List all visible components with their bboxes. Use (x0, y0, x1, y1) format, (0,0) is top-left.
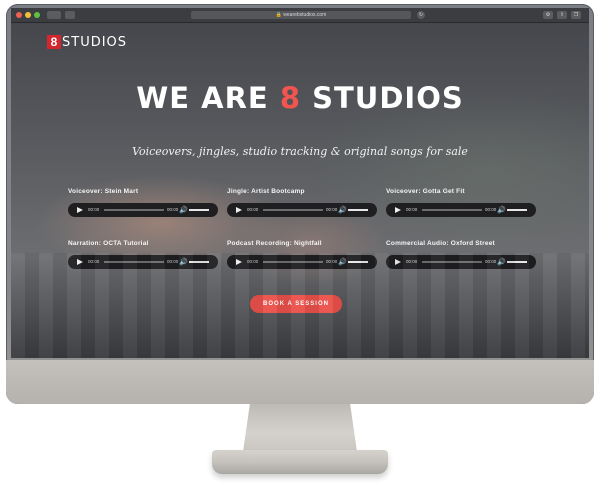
progress-slider[interactable] (104, 261, 164, 263)
progress-slider[interactable] (422, 209, 482, 211)
audio-player: 00:00 00:00 🔊 (227, 203, 377, 217)
monitor-chin (6, 360, 594, 404)
lock-icon: 🔒 (275, 12, 282, 18)
current-time: 00:00 (247, 259, 259, 264)
duration: 00:00 (167, 207, 179, 212)
track-item: Commercial Audio: Oxford Street 00:00 00… (386, 240, 536, 269)
track-title: Podcast Recording: Nightfall (227, 240, 322, 247)
logo-mark: 8 (47, 35, 61, 49)
duration: 00:00 (326, 259, 338, 264)
play-icon[interactable] (395, 258, 401, 265)
volume-icon[interactable]: 🔊 (338, 207, 347, 214)
play-icon[interactable] (236, 258, 242, 265)
volume-slider[interactable] (189, 261, 209, 263)
volume-slider[interactable] (507, 261, 527, 263)
track-item: Voiceover: Gotta Get Fit 00:00 00:00 🔊 (386, 188, 536, 217)
track-item: Narration: OCTA Tutorial 00:00 00:00 🔊 (68, 240, 218, 269)
logo-text: STUDIOS (62, 34, 128, 50)
volume-icon[interactable]: 🔊 (338, 259, 347, 266)
hero-section: 8 STUDIOS WE ARE 8 STUDIOS Voiceovers, j… (11, 23, 589, 358)
reload-icon[interactable]: ↻ (417, 11, 425, 19)
monitor-stand (243, 404, 357, 452)
audio-player: 00:00 00:00 🔊 (386, 203, 536, 217)
volume-icon[interactable]: 🔊 (179, 259, 188, 266)
site-logo[interactable]: 8 STUDIOS (47, 34, 128, 50)
settings-icon[interactable]: ⚙ (543, 11, 553, 19)
current-time: 00:00 (88, 259, 100, 264)
minimize-window-icon[interactable] (25, 12, 31, 18)
play-icon[interactable] (77, 258, 83, 265)
play-icon[interactable] (236, 206, 242, 213)
track-title: Voiceover: Gotta Get Fit (386, 188, 465, 195)
duration: 00:00 (485, 207, 497, 212)
close-window-icon[interactable] (16, 12, 22, 18)
back-forward-button[interactable] (47, 11, 61, 19)
headline-accent: 8 (279, 81, 302, 115)
tagline: Voiceovers, jingles, studio tracking & o… (132, 145, 468, 158)
play-icon[interactable] (395, 206, 401, 213)
duration: 00:00 (326, 207, 338, 212)
tabs-icon[interactable]: ❐ (571, 11, 581, 19)
track-item: Podcast Recording: Nightfall 00:00 00:00… (227, 240, 377, 269)
audio-player: 00:00 00:00 🔊 (227, 255, 377, 269)
track-title: Narration: OCTA Tutorial (68, 240, 149, 247)
track-title: Commercial Audio: Oxford Street (386, 240, 495, 247)
book-session-button[interactable]: BOOK A SESSION (250, 295, 342, 313)
browser-toolbar: 🔒 wearebstudios.com ↻ ⚙ ⇧ ❐ (11, 8, 589, 23)
headline-part1: WE ARE (136, 81, 269, 115)
track-item: Jingle: Artist Bootcamp 00:00 00:00 🔊 (227, 188, 377, 217)
share-icon[interactable]: ⇧ (557, 11, 567, 19)
progress-slider[interactable] (104, 209, 164, 211)
volume-icon[interactable]: 🔊 (497, 259, 506, 266)
progress-slider[interactable] (422, 261, 482, 263)
headline-part2: STUDIOS (312, 81, 464, 115)
duration: 00:00 (167, 259, 179, 264)
progress-slider[interactable] (263, 209, 323, 211)
audio-player: 00:00 00:00 🔊 (68, 255, 218, 269)
current-time: 00:00 (247, 207, 259, 212)
current-time: 00:00 (406, 207, 418, 212)
volume-slider[interactable] (348, 261, 368, 263)
address-bar-url: wearebstudios.com (283, 12, 327, 18)
track-title: Jingle: Artist Bootcamp (227, 188, 305, 195)
maximize-window-icon[interactable] (34, 12, 40, 18)
volume-icon[interactable]: 🔊 (179, 207, 188, 214)
progress-slider[interactable] (263, 261, 323, 263)
audio-player: 00:00 00:00 🔊 (386, 255, 536, 269)
current-time: 00:00 (88, 207, 100, 212)
address-bar[interactable]: 🔒 wearebstudios.com (191, 11, 411, 19)
track-title: Voiceover: Stein Mart (68, 188, 139, 195)
audio-player: 00:00 00:00 🔊 (68, 203, 218, 217)
screen: 🔒 wearebstudios.com ↻ ⚙ ⇧ ❐ 8 STUDIOS WE… (11, 8, 589, 358)
current-time: 00:00 (406, 259, 418, 264)
page-title: WE ARE 8 STUDIOS (11, 81, 589, 115)
volume-slider[interactable] (189, 209, 209, 211)
volume-icon[interactable]: 🔊 (497, 207, 506, 214)
volume-slider[interactable] (348, 209, 368, 211)
play-icon[interactable] (77, 206, 83, 213)
track-item: Voiceover: Stein Mart 00:00 00:00 🔊 (68, 188, 218, 217)
sidebar-toggle-icon[interactable] (65, 11, 75, 19)
monitor-base (212, 450, 388, 474)
duration: 00:00 (485, 259, 497, 264)
volume-slider[interactable] (507, 209, 527, 211)
